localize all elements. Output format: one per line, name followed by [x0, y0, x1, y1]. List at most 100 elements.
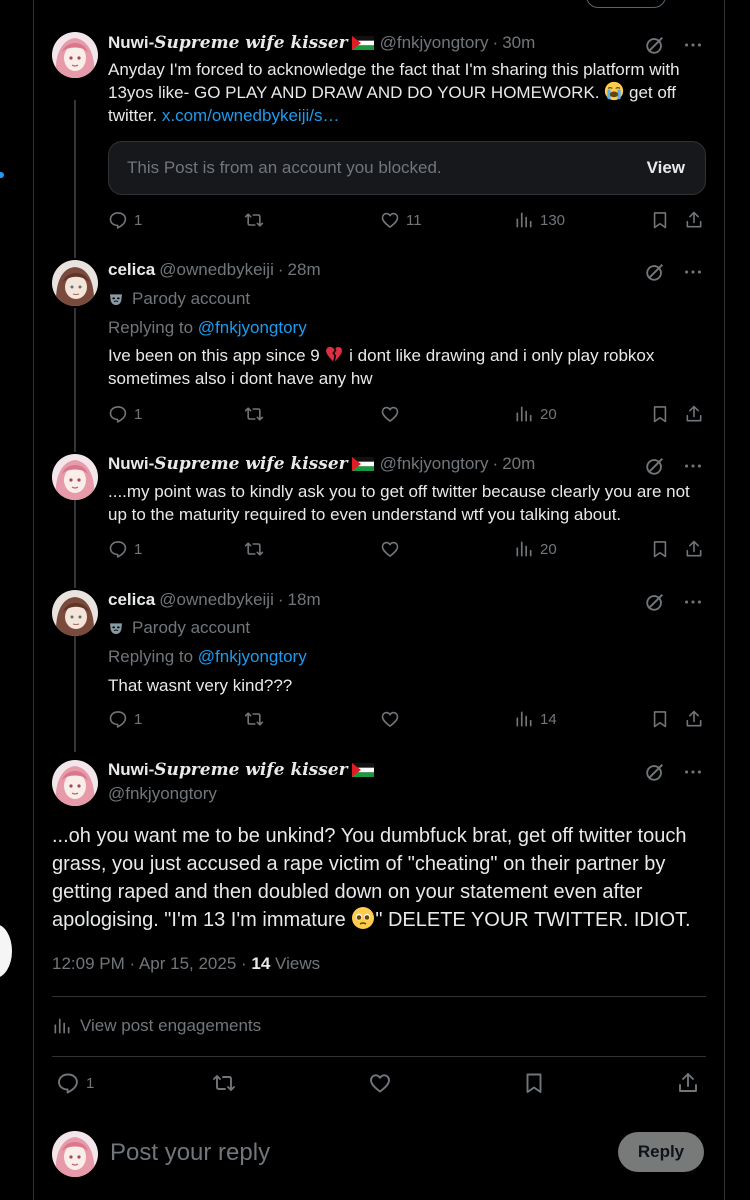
bookmark-button[interactable]	[650, 210, 670, 230]
view-quote-button[interactable]: View	[647, 158, 685, 178]
post-header: celica @ownedbykeiji · 18m	[108, 590, 321, 610]
display-name[interactable]: Nuwi-	[108, 454, 154, 474]
bookmark-button[interactable]	[650, 539, 670, 559]
repost-button[interactable]	[244, 709, 270, 729]
more-options-icon[interactable]	[682, 455, 704, 482]
grok-icon[interactable]	[644, 261, 666, 288]
views-count: 14	[251, 954, 271, 973]
avatar[interactable]	[52, 590, 98, 636]
grok-icon[interactable]	[644, 591, 666, 618]
more-options-icon[interactable]	[682, 761, 704, 788]
thread-line	[74, 500, 76, 588]
top-pill-button[interactable]	[586, 0, 666, 8]
reply-button[interactable]: 1	[108, 210, 142, 230]
share-button[interactable]	[684, 404, 704, 424]
post-text: Ive been on this app since 9 i dont like…	[108, 346, 655, 388]
avatar[interactable]	[52, 760, 98, 806]
post-time[interactable]: 18m	[288, 590, 321, 610]
repost-button[interactable]	[244, 539, 270, 559]
display-name-suffix[interactable]: Supreme wife kisser	[154, 760, 347, 780]
grok-icon[interactable]	[644, 455, 666, 482]
grok-icon[interactable]	[644, 34, 666, 56]
views-button[interactable]: 20	[514, 539, 557, 559]
avatar	[52, 1131, 98, 1177]
reply-button[interactable]: 1	[56, 1071, 94, 1095]
loudly-crying-face-icon	[604, 81, 624, 101]
main-post-actions: 1	[52, 1071, 702, 1097]
display-name-suffix[interactable]: Supreme wife kisser	[154, 33, 347, 53]
post-text: ....my point was to kindly ask you to ge…	[108, 482, 690, 524]
more-options-icon[interactable]	[682, 261, 704, 288]
post-header-icons	[644, 455, 704, 482]
like-button[interactable]	[380, 709, 406, 729]
like-button[interactable]	[368, 1071, 392, 1095]
timeline-border-right	[724, 0, 725, 1200]
post-header-icons	[644, 34, 704, 56]
avatar[interactable]	[52, 260, 98, 306]
views-button[interactable]: 14	[514, 709, 557, 729]
handle[interactable]: @ownedbykeiji	[159, 590, 274, 610]
views-button[interactable]: 20	[514, 404, 557, 424]
reply-submit-button[interactable]: Reply	[618, 1132, 704, 1172]
share-button[interactable]	[684, 539, 704, 559]
replying-to: Replying to @fnkjyongtory	[108, 318, 307, 337]
post-actions: 1 20	[108, 404, 708, 428]
display-name[interactable]: celica	[108, 260, 155, 280]
post-text: Anyday I'm forced to acknowledge the fac…	[108, 60, 680, 125]
like-button[interactable]	[380, 539, 406, 559]
share-button[interactable]	[684, 709, 704, 729]
reply-button[interactable]: 1	[108, 709, 142, 729]
post-timestamp[interactable]: 12:09 PM · Apr 15, 2025 ·	[52, 954, 251, 973]
reply-composer: Post your reply Reply	[52, 1131, 712, 1177]
like-button[interactable]: 11	[380, 210, 422, 230]
bookmark-button[interactable]	[650, 709, 670, 729]
post-time[interactable]: 30m	[502, 33, 535, 53]
grok-icon[interactable]	[644, 761, 666, 788]
repost-button[interactable]	[212, 1071, 236, 1095]
parody-badge: Parody account	[108, 618, 250, 638]
display-name[interactable]: celica	[108, 590, 155, 610]
avatar[interactable]	[52, 454, 98, 500]
repost-button[interactable]	[244, 210, 270, 230]
more-options-icon[interactable]	[682, 34, 704, 56]
repost-button[interactable]	[244, 404, 270, 424]
reply-input[interactable]: Post your reply	[110, 1139, 270, 1167]
thread-line	[74, 100, 76, 258]
post-header: Nuwi- Supreme wife kisser @fnkjyongtory …	[108, 454, 536, 474]
handle[interactable]: @fnkjyongtory	[380, 454, 489, 474]
avatar[interactable]	[52, 32, 98, 78]
display-name[interactable]: Nuwi-	[108, 760, 154, 780]
handle[interactable]: @fnkjyongtory	[380, 33, 489, 53]
post-text: That wasnt very kind???	[108, 676, 293, 695]
sidebar-edge-decor	[0, 172, 4, 178]
display-name[interactable]: Nuwi-	[108, 33, 154, 53]
post-actions: 1 14	[108, 709, 708, 733]
handle[interactable]: @fnkjyongtory	[108, 784, 217, 804]
replying-to-handle[interactable]: @fnkjyongtory	[198, 647, 307, 666]
handle[interactable]: @ownedbykeiji	[159, 260, 274, 280]
views-button[interactable]: 130	[514, 210, 565, 230]
sidebar-edge-button[interactable]	[0, 924, 12, 978]
share-button[interactable]	[684, 210, 704, 230]
bookmark-button[interactable]	[522, 1071, 546, 1095]
post-time[interactable]: 28m	[288, 260, 321, 280]
blocked-quote-text: This Post is from an account you blocked…	[127, 158, 442, 177]
post-actions: 1 11 130	[108, 210, 708, 234]
mask-icon	[108, 291, 124, 307]
thread-line	[74, 308, 76, 452]
like-button[interactable]	[380, 404, 406, 424]
reply-button[interactable]: 1	[108, 404, 142, 424]
display-name-suffix[interactable]: Supreme wife kisser	[154, 454, 347, 474]
blocked-quote-card: This Post is from an account you blocked…	[108, 141, 706, 195]
replying-to-handle[interactable]: @fnkjyongtory	[198, 318, 307, 337]
view-engagements-link[interactable]: View post engagements	[52, 1016, 261, 1036]
post-time[interactable]: 20m	[502, 454, 535, 474]
reply-button[interactable]: 1	[108, 539, 142, 559]
more-options-icon[interactable]	[682, 591, 704, 618]
bookmark-button[interactable]	[650, 404, 670, 424]
replying-to: Replying to @fnkjyongtory	[108, 647, 307, 666]
post-link[interactable]: x.com/ownedbykeiji/s…	[162, 106, 340, 125]
mask-icon	[108, 620, 124, 636]
analytics-icon	[52, 1016, 72, 1036]
share-button[interactable]	[676, 1071, 700, 1095]
